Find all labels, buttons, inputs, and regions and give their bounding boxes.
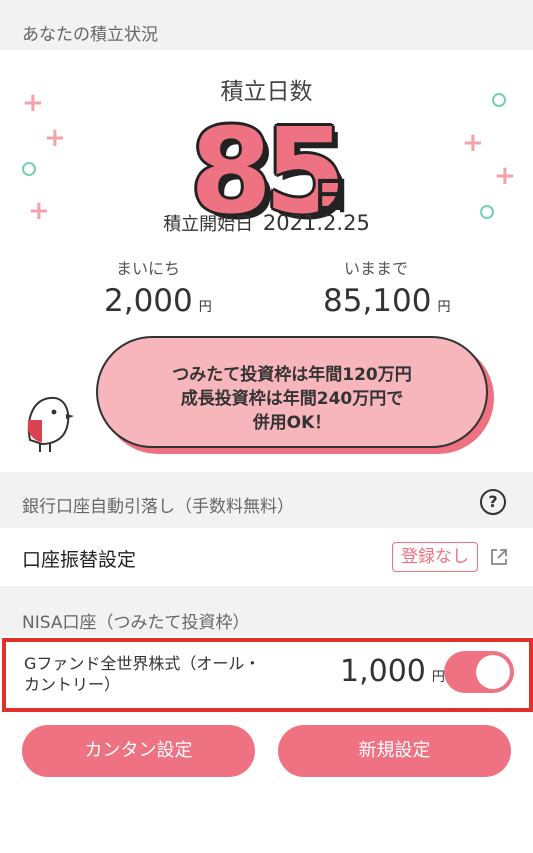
fund-amount: 1,000 <box>340 654 426 689</box>
toggle-knob <box>476 655 510 689</box>
new-setup-button[interactable]: 新規設定 <box>278 725 511 777</box>
bubble-line-2: 成長投資枠は年間240万円で <box>180 389 404 409</box>
nisa-section-title: NISA口座（つみたて投資枠） <box>22 613 250 633</box>
info-speech-bubble: つみたて投資枠は年間120万円 成長投資枠は年間240万円で 併用OK！ <box>96 336 488 448</box>
transfer-status-badge[interactable]: 登録なし <box>392 542 478 572</box>
bank-section-header: 銀行口座自動引落し（手数料無料） ? <box>0 472 533 528</box>
yen-unit: 円 <box>437 300 451 315</box>
yen-unit: 円 <box>198 300 212 315</box>
fund-name: Gファンド全世界株式（オール・カントリー） <box>24 654 261 694</box>
start-date-label: 積立開始日 <box>163 214 254 235</box>
yen-unit: 円 <box>431 670 445 685</box>
start-date-row: 積立開始日 2021.2.25 <box>0 210 533 236</box>
bubble-line-1: つみたて投資枠は年間120万円 <box>172 365 412 385</box>
fund-toggle[interactable] <box>444 651 514 693</box>
help-icon[interactable]: ? <box>480 489 506 515</box>
total-amount-row: 85,100 円 <box>323 283 451 319</box>
bank-section-title: 銀行口座自動引落し（手数料無料） <box>22 497 294 517</box>
days-label: 積立日数 <box>220 79 313 105</box>
plus-deco-icon: + <box>494 161 516 191</box>
total-amount: 85,100 <box>323 283 432 319</box>
daily-label: まいにち <box>116 259 181 278</box>
transfer-setting-row[interactable]: 口座振替設定 登録なし <box>0 528 533 586</box>
status-section-title: あなたの積立状況 <box>22 25 158 45</box>
bubble-line-3: 併用OK！ <box>252 413 332 433</box>
fund-amount-row: 1,000 円 <box>340 654 445 689</box>
plus-deco-icon: + <box>44 123 66 153</box>
start-date-value: 2021.2.25 <box>262 211 370 235</box>
nisa-section-header: NISA口座（つみたて投資枠） <box>0 586 533 636</box>
daily-amount-row: 2,000 円 <box>104 283 212 319</box>
transfer-setting-label: 口座振替設定 <box>22 549 137 571</box>
plus-deco-icon: + <box>462 128 484 158</box>
bird-mascot-icon <box>27 396 74 452</box>
daily-amount: 2,000 <box>104 283 193 319</box>
status-section-header: あなたの積立状況 <box>0 0 533 50</box>
easy-setup-button[interactable]: カンタン設定 <box>22 725 255 777</box>
circle-deco-icon <box>22 162 36 176</box>
fund-row[interactable]: Gファンド全世界株式（オール・カントリー） 1,000 円 <box>0 636 533 712</box>
status-card: + + + + + 積立日数 85 日 積立開始日 2021.2.25 まいにち… <box>0 50 533 472</box>
total-label: いままで <box>344 259 409 278</box>
external-link-icon[interactable] <box>490 548 508 566</box>
